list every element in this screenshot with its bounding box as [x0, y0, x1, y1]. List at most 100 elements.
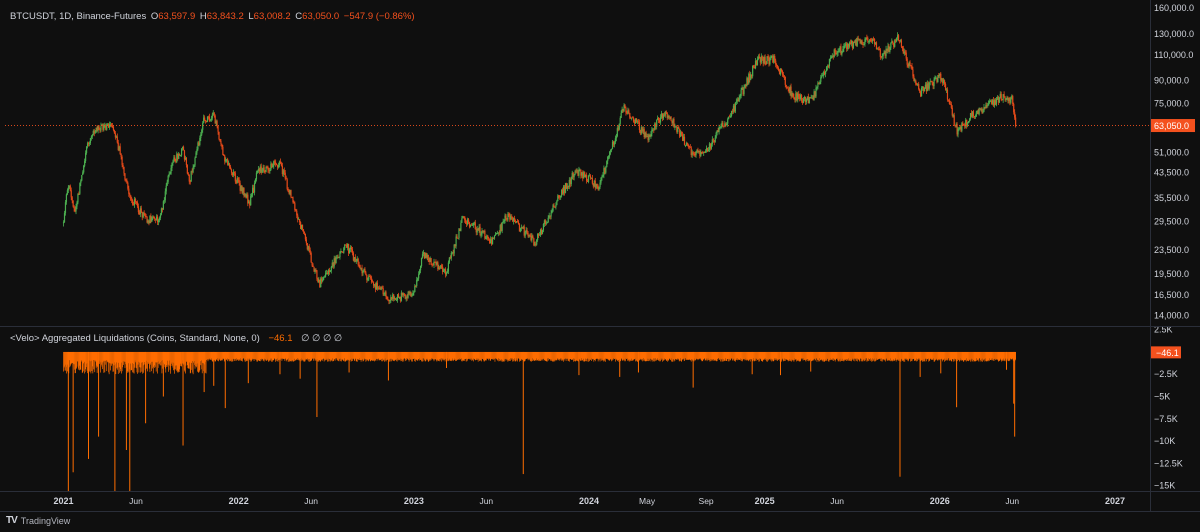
liquidation-spike	[125, 351, 127, 450]
candle	[648, 133, 650, 142]
candle-body	[136, 202, 139, 207]
candle-body	[844, 45, 846, 47]
liquidation-spike	[114, 351, 116, 491]
candle-body	[628, 110, 630, 114]
candle-body	[824, 71, 827, 75]
trading-chart[interactable]: 63,050.0160,000.0130,000.0110,000.090,00…	[0, 0, 1200, 532]
candle	[752, 65, 754, 79]
candle-body	[228, 163, 231, 167]
candle-body	[928, 82, 930, 89]
candle	[557, 194, 559, 202]
candle	[224, 154, 226, 165]
candle-body	[550, 212, 552, 217]
candle-body	[491, 237, 494, 245]
candle-body	[430, 258, 432, 265]
candle-body	[493, 235, 496, 239]
candle-body	[784, 76, 786, 85]
candle	[536, 239, 538, 246]
candle-body	[488, 238, 490, 240]
liquidation-spike	[203, 351, 205, 393]
candle-body	[63, 213, 66, 223]
candle-body	[944, 84, 947, 90]
price-pane[interactable]	[5, 32, 1150, 305]
candle	[981, 107, 983, 115]
candle-body	[416, 279, 418, 286]
candle-body	[816, 86, 818, 88]
candle-body	[418, 274, 420, 279]
candle	[605, 165, 607, 175]
candle-body	[650, 133, 652, 137]
candle-body	[608, 155, 610, 158]
candle-body	[834, 49, 836, 53]
candle-body	[287, 188, 289, 192]
candle	[729, 114, 731, 118]
candle	[286, 177, 288, 191]
candle-body	[124, 173, 126, 180]
candle-body	[85, 146, 88, 153]
candle	[824, 70, 827, 78]
candle-body	[100, 125, 102, 131]
candle-body	[75, 206, 77, 212]
candle-body	[775, 60, 777, 65]
candle-body	[485, 238, 487, 239]
candle-body	[909, 62, 911, 66]
liquidation-spike	[637, 351, 639, 373]
candle-body	[82, 172, 84, 175]
candle	[232, 169, 235, 178]
candle-body	[77, 193, 79, 203]
candle-body	[233, 171, 235, 174]
candle-body	[802, 98, 805, 103]
candle-body	[542, 223, 545, 231]
candle-body	[267, 167, 269, 170]
candle-body	[953, 115, 955, 126]
candle	[243, 187, 245, 198]
candle-body	[376, 282, 378, 289]
candle	[678, 124, 680, 129]
candle-body	[91, 134, 93, 137]
candle-body	[987, 104, 989, 106]
candle	[823, 70, 825, 79]
candle-body	[338, 257, 340, 258]
candle-body	[217, 126, 219, 132]
candle-body	[756, 59, 759, 66]
candle	[260, 163, 262, 175]
candle-body	[127, 182, 129, 189]
candle-body	[395, 298, 397, 300]
candle-body	[84, 161, 86, 166]
candle	[81, 174, 83, 182]
candle	[265, 165, 267, 173]
candle	[532, 234, 534, 239]
candle-body	[819, 81, 821, 85]
candle-body	[933, 79, 935, 87]
candle	[578, 166, 580, 179]
candle-body	[69, 185, 71, 191]
candle	[841, 50, 843, 57]
candle-body	[532, 235, 534, 239]
candle-body	[919, 89, 921, 92]
candle	[928, 82, 930, 91]
candle	[430, 257, 432, 266]
candle-body	[864, 39, 866, 45]
candle-body	[479, 226, 481, 236]
candle-body	[457, 238, 459, 239]
liquidations-pane[interactable]	[63, 351, 1016, 491]
candle-body	[913, 76, 915, 81]
candle-body	[163, 200, 165, 202]
candle-body	[76, 202, 78, 207]
candle	[162, 200, 164, 210]
candle	[689, 144, 691, 148]
liquidation-spike	[619, 351, 621, 377]
candle	[433, 258, 435, 268]
candle-body	[130, 195, 132, 200]
candle-body	[302, 229, 305, 232]
candle	[1004, 96, 1006, 102]
candle	[591, 174, 593, 185]
candle-body	[310, 253, 312, 263]
candle-body	[113, 130, 116, 134]
candle	[474, 219, 476, 230]
candle-body	[132, 199, 134, 205]
candle-body	[351, 249, 354, 253]
candle	[412, 290, 414, 296]
candle-body	[514, 218, 516, 223]
candle-body	[299, 219, 301, 223]
